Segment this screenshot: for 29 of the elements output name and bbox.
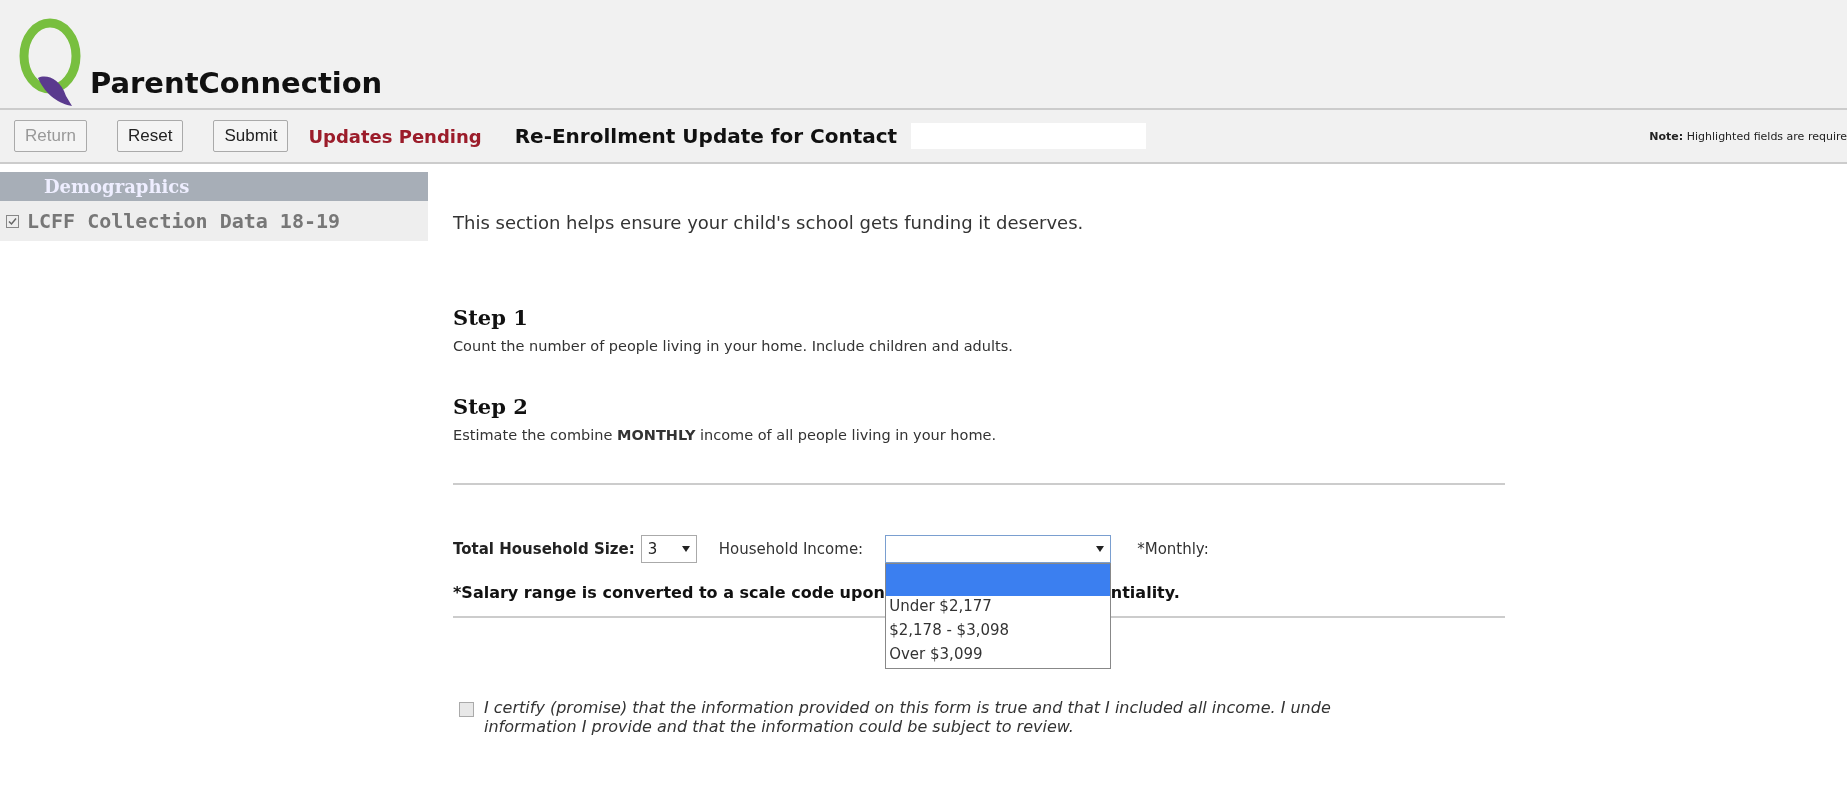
salary-note: ntiality. bbox=[1110, 583, 1180, 602]
sidebar-heading: Demographics bbox=[0, 172, 428, 201]
sidebar-item[interactable]: LCFF Collection Data 18-19 bbox=[0, 201, 428, 241]
toolbar-button[interactable]: Reset bbox=[117, 120, 184, 152]
income-select[interactable] bbox=[885, 535, 1112, 563]
size-select[interactable]: 3 bbox=[640, 535, 697, 563]
page-title: Re-Enrollment Update for Contact bbox=[514, 124, 898, 148]
caret-icon bbox=[681, 546, 690, 552]
note-text: Note: Highlighted fields are require bbox=[1649, 129, 1847, 143]
dropdown-option[interactable]: Over $3,099 bbox=[886, 644, 1111, 668]
step-text: Estimate the combine MONTHLY income of all people living in your home. bbox=[453, 427, 998, 443]
field-label: Total Household Size: bbox=[453, 540, 635, 558]
status-text: Updates Pending bbox=[308, 125, 482, 147]
certify-text: information I provide and that the information could be subject to review. bbox=[484, 717, 1075, 736]
dropdown-option[interactable]: Under $2,177 bbox=[886, 596, 1111, 620]
step-heading: Step 2 bbox=[453, 394, 529, 419]
logo-text: ParentConnection bbox=[90, 66, 383, 100]
intro-text: This section helps ensure your child's school gets funding it deserves. bbox=[453, 212, 1085, 233]
field-label: *Monthly: bbox=[1137, 540, 1209, 558]
sidebar-label: LCFF Collection Data 18-19 bbox=[27, 209, 341, 233]
dropdown-option[interactable]: $2,178 - $3,098 bbox=[886, 620, 1111, 644]
step-text: Count the number of people living in your home. Include children and adults. bbox=[453, 338, 1014, 354]
salary-note: *Salary range is converted to a scale code upon bbox=[453, 583, 885, 602]
certify-checkbox[interactable] bbox=[459, 702, 474, 717]
caret-icon bbox=[1096, 546, 1105, 552]
toolbar-button[interactable]: Submit bbox=[213, 120, 289, 152]
field-label: Household Income: bbox=[718, 540, 864, 558]
step-heading: Step 1 bbox=[453, 305, 529, 330]
certify-text: I certify (promise) that the information provided on this form is true and that I included all income. I unde bbox=[484, 698, 1331, 717]
